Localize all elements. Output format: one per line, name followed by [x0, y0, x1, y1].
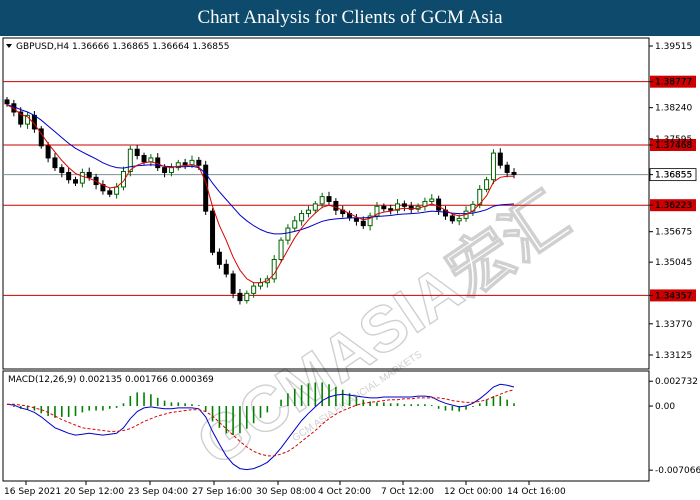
macd-tick-label: -0.007066	[655, 466, 700, 476]
time-tick-label: 4 Oct 20:00	[318, 487, 371, 497]
candle-body	[45, 145, 51, 159]
candle-body	[59, 167, 65, 173]
candle-body	[148, 157, 154, 163]
watermark-text: GCMASIA宏汇	[184, 179, 581, 479]
time-tick-label: 14 Oct 16:00	[507, 487, 566, 497]
time-tick-label: 23 Sep 04:00	[128, 487, 188, 497]
candle-body	[305, 209, 311, 215]
candle-body	[333, 200, 339, 211]
candle-body	[360, 220, 366, 227]
candle-body	[319, 196, 325, 205]
candle-body	[511, 171, 517, 175]
candle-body	[299, 213, 305, 222]
candle-body	[497, 152, 503, 166]
candle-body	[155, 157, 161, 169]
candle-body	[504, 164, 510, 173]
candle-body	[4, 99, 10, 105]
price-tick-label: 1.35045	[655, 258, 692, 268]
candle-body	[449, 215, 455, 222]
macd-tick-label: 0.002732	[655, 377, 698, 387]
candle-body	[401, 203, 407, 207]
price-tick-label: 1.34357	[655, 291, 692, 301]
candle-body	[168, 167, 174, 173]
candle-body	[189, 159, 195, 166]
candle-body	[86, 171, 92, 178]
candle-body	[484, 179, 490, 190]
price-axis: 1.395151.387771.382401.375951.374681.368…	[649, 42, 692, 361]
candle-body	[210, 210, 216, 253]
macd-label: MACD(12,26,9) 0.002135 0.001766 0.000369	[8, 375, 214, 385]
candle-body	[490, 152, 496, 181]
price-tick-label: 1.36855	[655, 171, 692, 181]
candle-body	[251, 285, 257, 294]
candle-body	[66, 171, 72, 181]
price-tick-label: 1.38777	[655, 78, 692, 88]
candle-body	[381, 205, 387, 210]
time-tick-label: 30 Sep 08:00	[256, 487, 316, 497]
candle-body	[244, 292, 250, 302]
instrument-label: GBPUSD,H4 1.36666 1.36865 1.36664 1.3685…	[16, 42, 229, 52]
price-tick-label: 1.33770	[655, 320, 692, 330]
price-tick-label: 1.36223	[655, 201, 692, 211]
candle-body	[388, 208, 394, 211]
candle-body	[429, 198, 435, 202]
candle-body	[278, 239, 284, 260]
price-tick-label: 1.38240	[655, 104, 692, 114]
candle-body	[73, 179, 79, 184]
candle-body	[196, 159, 202, 166]
price-tick-label: 1.33125	[655, 351, 692, 361]
macd-tick-label: 0.00	[655, 402, 675, 412]
candle-body	[162, 167, 168, 173]
price-tick-label: 1.37468	[655, 141, 692, 151]
candle-body	[436, 198, 442, 211]
chart-canvas: GCMASIA宏汇 GCM ASIA FINANCIAL MARKETS 1.3…	[2, 37, 700, 497]
candle-body	[79, 171, 85, 184]
time-axis: 16 Sep 2021 20 Sep 12:00 23 Sep 04:00 27 Se…	[4, 481, 566, 497]
candle-body	[292, 220, 298, 229]
candle-body	[114, 186, 120, 195]
time-tick-label: 7 Oct 12:00	[381, 487, 434, 497]
candle-body	[107, 190, 113, 195]
time-tick-label: 20 Sep 12:00	[64, 487, 124, 497]
candle-body	[237, 292, 243, 302]
candle-body	[326, 196, 332, 202]
candle-body	[223, 263, 229, 275]
price-tick-label: 1.39515	[655, 42, 692, 52]
price-tick-label: 1.35675	[655, 228, 692, 238]
candle-body	[182, 162, 188, 166]
candle-body	[258, 282, 263, 287]
candle-body	[456, 217, 462, 222]
candle-body	[216, 251, 222, 265]
time-tick-label: 16 Sep 2021	[4, 487, 61, 497]
candle-body	[312, 203, 318, 211]
watermark: GCMASIA宏汇 GCM ASIA FINANCIAL MARKETS	[183, 179, 581, 481]
candle-body	[134, 148, 140, 157]
candle-body	[141, 155, 147, 163]
candle-body	[52, 157, 58, 169]
ma-slow-line	[6, 104, 515, 235]
time-tick-label: 12 Oct 00:00	[444, 487, 503, 497]
menu-triangle-icon[interactable]	[6, 44, 12, 48]
horizontal-levels: 1.38777 1.37468 1.36223 1.34357	[3, 75, 696, 302]
candle-body	[353, 217, 359, 222]
candle-body	[285, 227, 291, 241]
current-price-line: 1.36855	[3, 168, 697, 182]
time-tick-label: 27 Sep 16:00	[192, 487, 252, 497]
candle-body	[230, 273, 236, 294]
candle-body	[127, 148, 133, 172]
